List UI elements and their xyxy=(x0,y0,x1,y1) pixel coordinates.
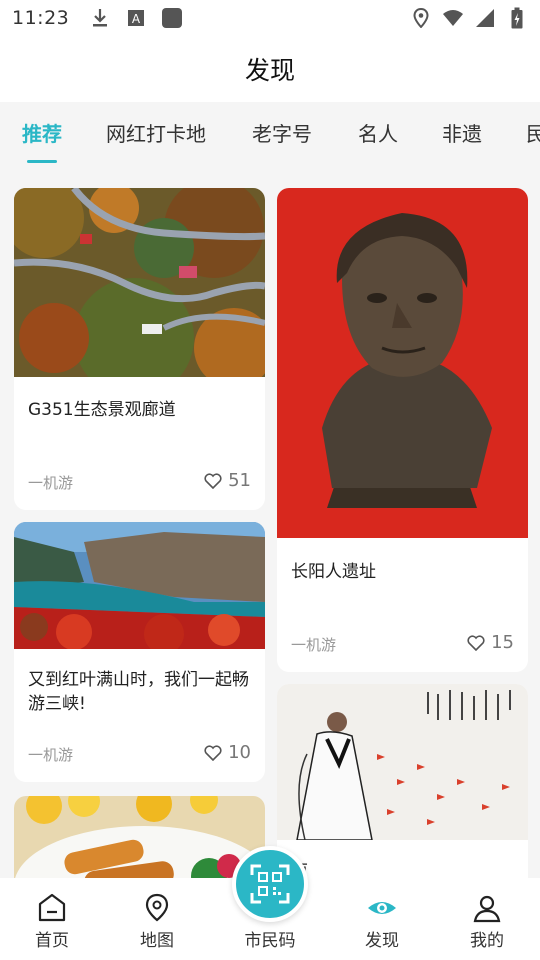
nav-map[interactable]: 地图 xyxy=(117,892,197,951)
feed-card[interactable]: 长阳人遗址 一机游 15 xyxy=(277,188,528,672)
card-source: 一机游 xyxy=(28,746,74,764)
map-pin-icon xyxy=(145,893,169,922)
tab-recommend[interactable]: 推荐 xyxy=(22,118,62,147)
card-title: G351生态景观廊道 xyxy=(28,400,176,420)
card-image-spring-rolls xyxy=(14,796,265,878)
card-image-road-aerial xyxy=(14,188,265,377)
nav-label: 首页 xyxy=(35,931,69,951)
citizen-code-button[interactable] xyxy=(232,846,308,922)
battery-icon xyxy=(506,7,528,29)
a-icon: A xyxy=(125,7,147,29)
card-title: 原 xyxy=(291,860,514,878)
status-bar: 11:23 A xyxy=(0,0,540,36)
nav-home[interactable]: 首页 xyxy=(12,892,92,951)
feed-card[interactable]: G351生态景观廊道 一机游 51 xyxy=(14,188,265,510)
like-button[interactable]: 10 xyxy=(204,742,251,763)
title-bar: 发现 xyxy=(0,36,540,102)
tab-time-honored[interactable]: 老字号 xyxy=(252,118,312,147)
feed-card[interactable]: 原 xyxy=(277,684,528,878)
heart-icon xyxy=(204,744,222,761)
nav-label: 发现 xyxy=(365,931,399,951)
category-tabs: 推荐 网红打卡地 老字号 名人 非遗 民 xyxy=(0,102,540,166)
qr-scan-icon xyxy=(250,864,290,904)
like-count: 51 xyxy=(228,470,251,491)
like-count: 10 xyxy=(228,742,251,763)
card-source: 一机游 xyxy=(291,636,337,654)
feed-card[interactable] xyxy=(14,796,265,878)
signal-icon xyxy=(474,7,496,29)
tab-celebrities[interactable]: 名人 xyxy=(358,118,398,147)
nav-discover[interactable]: 发现 xyxy=(342,892,422,951)
like-button[interactable]: 15 xyxy=(467,632,514,653)
location-icon xyxy=(410,7,432,29)
nav-label: 我的 xyxy=(470,931,504,951)
card-image-three-gorges xyxy=(14,522,265,649)
eye-icon xyxy=(368,902,396,914)
citizen-code-label: 市民码 xyxy=(244,931,296,951)
discovery-feed[interactable]: G351生态景观廊道 一机游 51 长阳人遗址 一机游 15 又到红叶满山时，我… xyxy=(0,166,540,878)
user-icon xyxy=(473,895,501,923)
heart-icon xyxy=(467,634,485,651)
feed-card[interactable]: 又到红叶满山时，我们一起畅游三峡! 一机游 10 xyxy=(14,522,265,782)
square-icon xyxy=(161,7,183,29)
wifi-icon xyxy=(442,7,464,29)
nav-label: 地图 xyxy=(140,931,174,951)
tab-folk[interactable]: 民 xyxy=(526,118,540,147)
heart-icon xyxy=(204,472,222,489)
tab-intangible-heritage[interactable]: 非遗 xyxy=(442,118,482,147)
card-title: 长阳人遗址 xyxy=(291,562,376,582)
nav-profile[interactable]: 我的 xyxy=(447,892,527,951)
tab-internet-famous[interactable]: 网红打卡地 xyxy=(106,118,206,147)
like-button[interactable]: 51 xyxy=(204,470,251,491)
home-icon xyxy=(38,893,66,922)
download-icon xyxy=(89,7,111,29)
clock: 11:23 xyxy=(12,7,70,29)
active-tab-indicator xyxy=(27,160,57,163)
card-title: 又到红叶满山时，我们一起畅游三峡! xyxy=(28,670,249,714)
page-title: 发现 xyxy=(244,56,295,85)
card-source: 一机游 xyxy=(28,474,74,492)
card-image-ink-painting xyxy=(277,684,528,840)
card-image-bust-statue xyxy=(277,188,528,538)
like-count: 15 xyxy=(491,632,514,653)
svg-text:A: A xyxy=(132,12,141,26)
